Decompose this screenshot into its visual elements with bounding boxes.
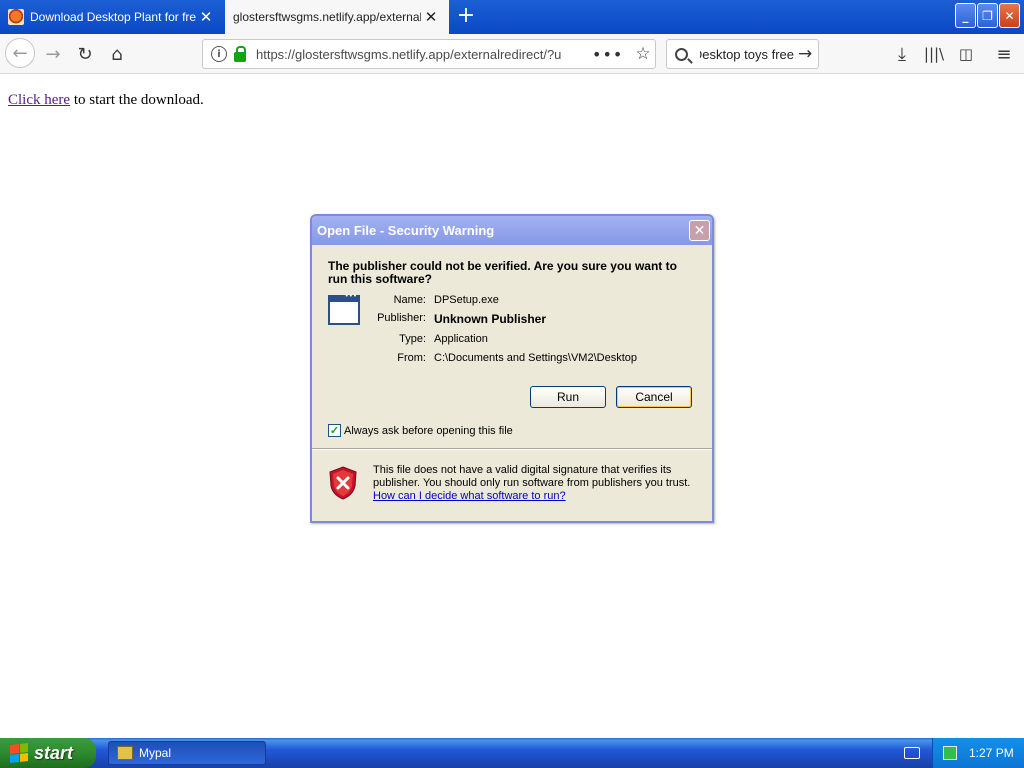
taskbar-item-label: Mypal (139, 746, 172, 760)
help-link[interactable]: How can I decide what software to run? (373, 490, 566, 502)
field-value: Application (434, 333, 488, 345)
field-type: Type: Application (312, 333, 712, 349)
lock-icon (234, 45, 246, 62)
start-button[interactable]: start (0, 738, 96, 768)
field-from: From: C:\Documents and Settings\VM2\Desk… (312, 352, 712, 368)
tab-download-desktop-plant[interactable]: Download Desktop Plant for free ✕ (0, 0, 224, 34)
back-icon[interactable]: ← (5, 38, 35, 68)
windows-logo-icon (10, 743, 28, 763)
field-value: Unknown Publisher (434, 312, 547, 326)
new-tab-icon[interactable]: + (452, 4, 480, 30)
maximize-window-button[interactable]: ❐ (977, 3, 998, 28)
field-label: From: (397, 352, 426, 364)
field-publisher: Publisher: Unknown Publisher (312, 312, 712, 328)
search-bar[interactable]: Desktop toys free → (666, 39, 819, 69)
warning-message: This file does not have a valid digital … (373, 464, 693, 503)
field-label: Publisher: (377, 312, 426, 324)
always-ask-checkbox[interactable]: ✓ Always ask before opening this file (328, 424, 513, 437)
network-icon[interactable] (943, 746, 957, 760)
dialog-separator (312, 448, 712, 450)
close-window-button[interactable]: ✕ (999, 3, 1020, 28)
field-name: Name: DPSetup.exe (312, 294, 712, 310)
menu-icon[interactable]: ≡ (990, 40, 1018, 68)
page-content: Click here to start the download. (8, 92, 204, 109)
tab-close-icon[interactable]: ✕ (196, 7, 216, 27)
tab-title: Download Desktop Plant for free (30, 10, 196, 24)
security-warning-dialog: Open File - Security Warning ✕ The publi… (310, 214, 714, 523)
url-bar[interactable]: i https://glostersftwsgms.netlify.app/ex… (202, 39, 656, 69)
field-label: Name: (393, 294, 426, 306)
page-actions-icon[interactable]: ••• (592, 45, 623, 64)
start-label: start (34, 742, 74, 763)
download-instruction: to start the download. (70, 92, 204, 108)
run-button[interactable]: Run (530, 386, 606, 408)
library-icon[interactable]: |||\ (920, 40, 948, 68)
warning-text: This file does not have a valid digital … (373, 464, 691, 489)
keyboard-icon[interactable] (904, 747, 920, 759)
search-icon (675, 47, 688, 61)
tab-strip: Download Desktop Plant for free ✕ gloste… (0, 0, 1024, 34)
field-value: C:\Documents and Settings\VM2\Desktop (434, 352, 637, 364)
site-info-icon[interactable]: i (211, 46, 227, 62)
taskbar-item-mypal[interactable]: Mypal (108, 741, 266, 765)
url-text[interactable]: https://glostersftwsgms.netlify.app/exte… (256, 47, 576, 62)
dialog-title: Open File - Security Warning (317, 223, 495, 238)
tab-favicon-icon (8, 9, 24, 25)
checkbox-label: Always ask before opening this file (344, 424, 513, 437)
minimize-window-button[interactable]: _ (955, 3, 976, 28)
search-go-icon[interactable]: → (798, 44, 812, 64)
tab-title: glostersftwsgms.netlify.app/externalre (233, 10, 421, 24)
tab-close-icon[interactable]: ✕ (421, 7, 441, 27)
dialog-heading: The publisher could not be verified. Are… (328, 259, 677, 286)
downloads-icon[interactable]: ⤓ (888, 40, 916, 68)
mypal-app-icon (117, 746, 133, 760)
dialog-close-icon[interactable]: ✕ (689, 220, 710, 241)
dialog-title-bar[interactable]: Open File - Security Warning ✕ (312, 216, 712, 245)
security-shield-icon (329, 466, 357, 500)
navigation-toolbar: ← → ↻ ⌂ i https://glostersftwsgms.netlif… (0, 34, 1024, 74)
checkbox-check-icon[interactable]: ✓ (328, 424, 341, 437)
sidebar-icon[interactable]: ◫ (952, 40, 980, 68)
bookmark-star-icon[interactable]: ☆ (635, 44, 650, 64)
search-input[interactable]: Desktop toys free (700, 47, 794, 62)
cancel-button[interactable]: Cancel (616, 386, 692, 408)
forward-icon[interactable]: → (39, 40, 67, 68)
system-tray: 1:27 PM (932, 738, 1024, 768)
reload-icon[interactable]: ↻ (71, 40, 99, 68)
taskbar: start Mypal 1:27 PM (0, 738, 1024, 768)
clock[interactable]: 1:27 PM (969, 746, 1014, 760)
download-link[interactable]: Click here (8, 92, 70, 108)
field-value: DPSetup.exe (434, 294, 499, 306)
tab-external-redirect[interactable]: glostersftwsgms.netlify.app/externalre ✕ (225, 0, 449, 34)
field-label: Type: (399, 333, 426, 345)
home-icon[interactable]: ⌂ (103, 40, 131, 68)
